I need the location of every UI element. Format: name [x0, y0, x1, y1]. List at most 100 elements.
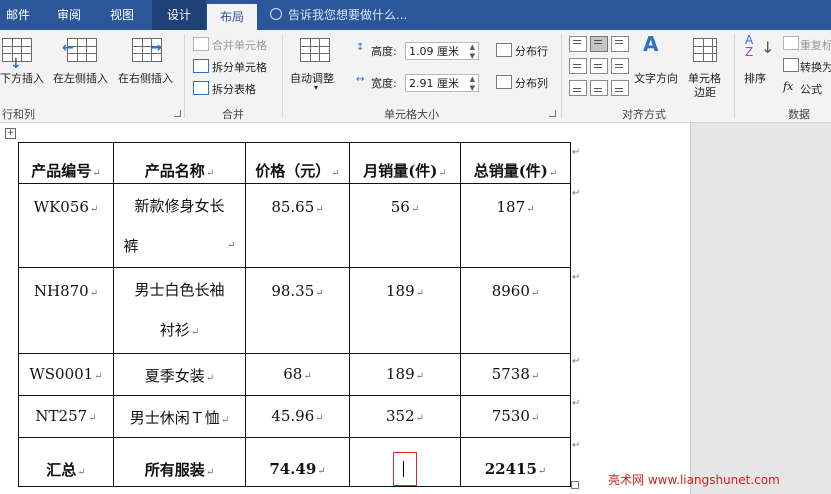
row-end-mark: ↵ [572, 272, 581, 283]
align-top-center-icon[interactable] [590, 36, 608, 52]
cell-total[interactable]: 5738↵ [460, 353, 571, 396]
split-table-button[interactable]: 拆分表格 [212, 81, 256, 97]
group-label-rows-cols: 行和列 [2, 108, 35, 121]
split-cells-icon [193, 59, 209, 73]
ribbon-layout: ↓ 下方插入 ← 在左侧插入 → 在右侧插入 行和列 合并单元格 拆分单元格 拆… [0, 30, 831, 123]
formula-icon: fx [783, 80, 794, 93]
tab-design[interactable]: 设计 [152, 0, 206, 30]
autofit-icon [300, 38, 330, 62]
formula-button[interactable]: 公式 [800, 81, 822, 97]
table-resize-handle-icon[interactable] [571, 481, 579, 489]
cell-margins-button-line2: 边距 [694, 86, 716, 99]
distribute-rows-button[interactable]: 分布行 [515, 43, 548, 59]
cell-monthly[interactable]: 352↵ [349, 395, 461, 438]
distribute-cols-button[interactable]: 分布列 [515, 75, 548, 91]
width-icon: ↔ [356, 74, 365, 85]
repeat-header-button[interactable]: 重复标 [800, 37, 831, 53]
rows-cols-launcher-icon[interactable] [174, 110, 181, 117]
tell-me-search[interactable]: 告诉我您想要做什么... [270, 0, 407, 30]
align-middle-left-icon[interactable] [569, 58, 587, 74]
convert-icon [783, 58, 799, 72]
merge-cells-button[interactable]: 合并单元格 [212, 37, 267, 53]
cell-price[interactable]: 85.65↵ [245, 183, 350, 268]
header-cell[interactable]: 价格（元）↵ [245, 142, 350, 184]
autofit-dropdown-icon[interactable]: ▾ [314, 83, 318, 92]
group-label-alignment: 对齐方式 [622, 108, 666, 121]
tab-view[interactable]: 视图 [110, 0, 134, 30]
cell-margins-icon [693, 38, 717, 62]
spinner-icon[interactable]: ▲ ▼ [470, 75, 475, 93]
cell-price[interactable]: 45.96↵ [245, 395, 350, 438]
text-direction-icon: A [643, 32, 659, 56]
cell-name[interactable]: 男士白色长袖 衬衫↵ [113, 267, 246, 354]
align-bottom-right-icon[interactable] [611, 80, 629, 96]
header-cell[interactable]: 总销量(件)↵ [460, 142, 571, 184]
align-top-left-icon[interactable] [569, 36, 587, 52]
distribute-cols-icon [496, 75, 512, 89]
group-label-data: 数据 [788, 108, 810, 121]
text-direction-button[interactable]: 文字方向 [634, 70, 678, 86]
cell-total[interactable]: 7530↵ [460, 395, 571, 438]
align-bottom-center-icon[interactable] [590, 80, 608, 96]
text-caret [403, 461, 404, 477]
table-header-row: 产品编号↵ 产品名称↵ 价格（元）↵ 月销量(件)↵ 总销量(件)↵ [18, 142, 571, 184]
tab-mailings[interactable]: 邮件 [6, 0, 30, 30]
align-middle-center-icon[interactable] [590, 58, 608, 74]
cell-id[interactable]: WK056↵ [18, 183, 114, 268]
cell-total[interactable]: 187↵ [460, 183, 571, 268]
row-end-mark: ↵ [572, 188, 581, 199]
arrow-left-icon: ← [62, 40, 74, 56]
distribute-rows-icon [496, 43, 512, 57]
cell-summary-name[interactable]: 所有服装↵ [113, 437, 246, 487]
insert-below-button[interactable]: 下方插入 [0, 70, 44, 86]
tab-layout[interactable]: 布局 [207, 4, 257, 30]
cell-summary-total[interactable]: 22415↵ [460, 437, 571, 487]
split-table-icon [193, 81, 209, 95]
cell-size-launcher-icon[interactable] [549, 110, 556, 117]
align-bottom-left-icon[interactable] [569, 80, 587, 96]
cell-price[interactable]: 98.35↵ [245, 267, 350, 354]
header-cell[interactable]: 产品名称↵ [113, 142, 246, 184]
row-end-mark: ↵ [572, 398, 581, 409]
cell-name[interactable]: 新款修身女长裤 ↵ [113, 183, 246, 268]
cell-summary-label[interactable]: 汇总↵ [18, 437, 114, 487]
cell-monthly[interactable]: 189↵ [349, 267, 461, 354]
cell-name[interactable]: 男士休闲Ｔ恤↵ [113, 395, 246, 438]
split-cells-button[interactable]: 拆分单元格 [212, 59, 267, 75]
convert-to-text-button[interactable]: 转换为 [800, 59, 831, 75]
cell-monthly[interactable]: 56↵ [349, 183, 461, 268]
cell-total[interactable]: 8960↵ [460, 267, 571, 354]
watermark: 亮术网 www.liangshunet.com [608, 473, 780, 487]
cell-id[interactable]: NT257↵ [18, 395, 114, 438]
height-input[interactable]: 1.09 厘米 ▲ ▼ [405, 42, 479, 60]
autofit-button[interactable]: 自动调整 [290, 70, 334, 86]
align-top-right-icon[interactable] [611, 36, 629, 52]
insert-right-button[interactable]: 在右侧插入 [118, 70, 173, 86]
lightbulb-icon [270, 8, 282, 20]
tab-review[interactable]: 审阅 [57, 0, 81, 30]
header-cell[interactable]: 月销量(件)↵ [349, 142, 461, 184]
product-sales-table[interactable]: 产品编号↵ 产品名称↵ 价格（元）↵ 月销量(件)↵ 总销量(件)↵ WK056… [18, 142, 571, 487]
cell-price[interactable]: 68↵ [245, 353, 350, 396]
row-end-mark: ↵ [572, 440, 581, 451]
cell-monthly[interactable]: 189↵ [349, 353, 461, 396]
spinner-icon[interactable]: ▲ ▼ [470, 43, 475, 61]
table-move-handle-icon[interactable]: + [5, 128, 16, 139]
width-input[interactable]: 2.91 厘米 ▲ ▼ [405, 74, 479, 92]
cell-id[interactable]: WS0001↵ [18, 353, 114, 396]
cell-id[interactable]: NH870↵ [18, 267, 114, 354]
cell-summary-monthly-active[interactable] [349, 437, 461, 487]
group-separator [282, 34, 283, 118]
align-middle-right-icon[interactable] [611, 58, 629, 74]
cell-summary-price[interactable]: 74.49↵ [245, 437, 350, 487]
row-end-mark: ↵ [572, 356, 581, 367]
insert-left-button[interactable]: 在左侧插入 [53, 70, 108, 86]
cell-name[interactable]: 夏季女装↵ [113, 353, 246, 396]
sort-arrow-icon: ↓ [761, 38, 775, 57]
header-cell[interactable]: 产品编号↵ [18, 142, 114, 184]
table-row: NH870↵ 男士白色长袖 衬衫↵ 98.35↵ 189↵ 8960↵ [18, 267, 571, 354]
ribbon-tab-bar: 邮件 审阅 视图 设计 布局 告诉我您想要做什么... [0, 0, 831, 30]
group-separator [184, 34, 185, 118]
merge-cells-icon [193, 37, 209, 51]
sort-button[interactable]: 排序 [744, 70, 766, 86]
